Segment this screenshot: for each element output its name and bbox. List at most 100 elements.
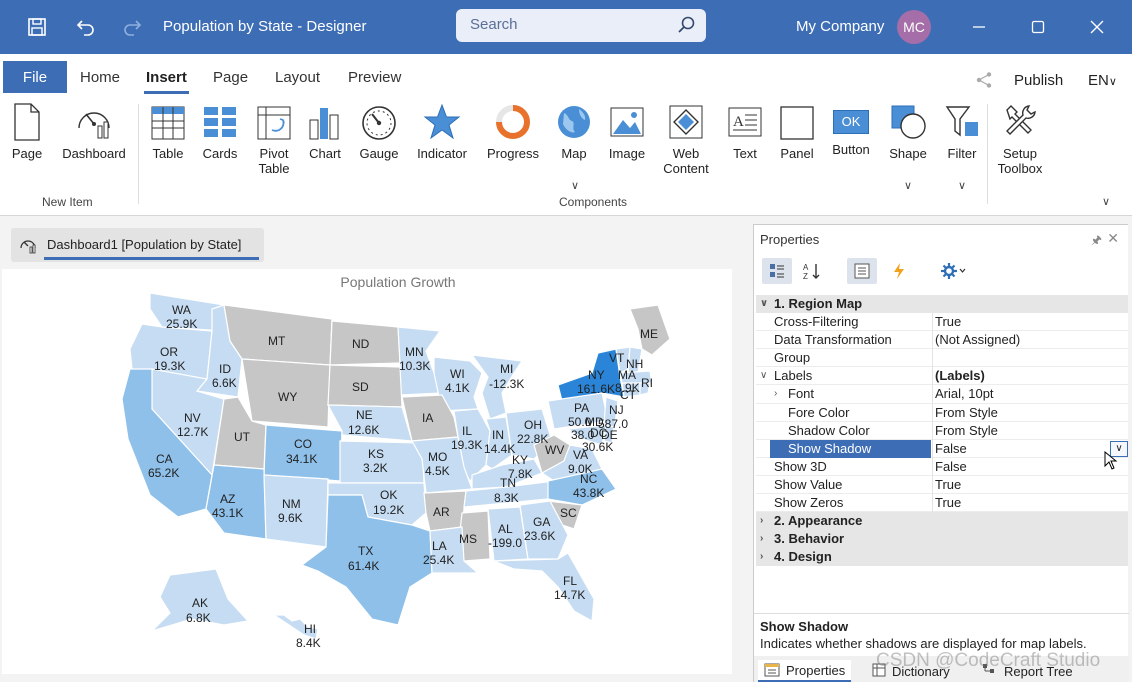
- property-value[interactable]: (Labels): [932, 367, 1128, 386]
- tab-layout[interactable]: Layout: [275, 69, 320, 86]
- events-view-button[interactable]: [884, 258, 914, 284]
- value-mo: 4.5K: [425, 464, 450, 478]
- tab-page[interactable]: Page: [213, 69, 248, 86]
- language-selector[interactable]: EN∨: [1088, 72, 1117, 89]
- label-ok: OK: [380, 488, 397, 502]
- tab-properties[interactable]: Properties: [758, 660, 852, 682]
- state-fl[interactable]: [493, 552, 595, 622]
- minimize-icon[interactable]: [966, 14, 992, 40]
- property-value[interactable]: From Style: [932, 403, 1128, 422]
- property-row-fore-color[interactable]: Fore Color From Style: [756, 403, 1128, 422]
- image-button[interactable]: Image: [594, 102, 660, 161]
- property-row-group[interactable]: Group: [756, 349, 1128, 368]
- value-il: 19.3K: [451, 438, 482, 452]
- label-nd: ND: [352, 337, 370, 351]
- state-az[interactable]: [205, 464, 267, 540]
- us-region-map[interactable]: WA 25.9K OR 19.3K ID 6.6K MT ND MN 10.3K…: [2, 269, 732, 674]
- settings-dropdown-button[interactable]: [934, 258, 972, 284]
- property-value[interactable]: True: [932, 494, 1128, 513]
- categorized-icon: [770, 264, 784, 278]
- page-button[interactable]: Page: [0, 102, 60, 161]
- property-value[interactable]: True: [932, 313, 1128, 332]
- avatar[interactable]: MC: [897, 10, 931, 44]
- property-row-show-3d[interactable]: Show 3D False: [756, 457, 1128, 476]
- web-content-icon: [669, 105, 703, 139]
- close-icon[interactable]: [1084, 14, 1110, 40]
- ok-button-icon: OK: [833, 110, 869, 134]
- publish-button[interactable]: Publish: [1014, 72, 1063, 89]
- property-description: Show Shadow Indicates whether shadows ar…: [754, 613, 1129, 655]
- tab-file[interactable]: File: [3, 61, 67, 93]
- property-row-data-transformation[interactable]: Data Transformation (Not Assigned): [756, 331, 1128, 350]
- indicator-button[interactable]: Indicator: [409, 102, 475, 161]
- tools-icon: [1006, 105, 1036, 135]
- property-value[interactable]: False ∨: [932, 439, 1128, 458]
- category-appearance[interactable]: › 2. Appearance: [756, 512, 1128, 531]
- setup-toolbox-button[interactable]: Setup Toolbox: [987, 102, 1053, 176]
- undo-icon[interactable]: [73, 14, 99, 40]
- expand-icon[interactable]: ›: [760, 548, 763, 566]
- chevron-down-icon[interactable]: ∨: [958, 179, 966, 192]
- label-ca: CA: [156, 452, 173, 466]
- title-bar: Population by State - Designer Search My…: [0, 0, 1132, 54]
- property-row-show-value[interactable]: Show Value True: [756, 475, 1128, 495]
- alphabetical-view-button[interactable]: AZ: [797, 258, 827, 284]
- property-row-show-zeros[interactable]: Show Zeros True: [756, 494, 1128, 513]
- expand-icon[interactable]: ›: [760, 530, 763, 548]
- ribbon-collapse-icon[interactable]: ∨: [1102, 195, 1110, 208]
- document-tab[interactable]: Dashboard1 [Population by State]: [11, 228, 264, 262]
- property-name: 1. Region Map: [774, 296, 863, 311]
- categorized-view-button[interactable]: [762, 258, 792, 284]
- category-behavior[interactable]: › 3. Behavior: [756, 530, 1128, 549]
- label-ct: CT: [620, 388, 637, 402]
- label-ms: MS: [459, 532, 477, 546]
- properties-view-button[interactable]: [847, 258, 877, 284]
- web-content-button[interactable]: Web Content: [653, 102, 719, 176]
- property-value[interactable]: False: [932, 457, 1128, 476]
- tab-preview[interactable]: Preview: [348, 69, 401, 86]
- property-value[interactable]: True: [932, 475, 1128, 494]
- property-row-labels[interactable]: ∨ Labels (Labels): [756, 367, 1128, 386]
- property-value[interactable]: Arial, 10pt: [932, 385, 1128, 404]
- collapse-icon[interactable]: ∨: [760, 295, 768, 313]
- search-box[interactable]: Search: [456, 9, 706, 42]
- property-value[interactable]: (Not Assigned): [932, 331, 1128, 350]
- category-design[interactable]: › 4. Design: [756, 548, 1128, 567]
- save-icon[interactable]: [24, 14, 50, 40]
- tab-insert[interactable]: Insert: [144, 69, 189, 94]
- property-value[interactable]: [932, 349, 1128, 368]
- label-nv: NV: [184, 411, 201, 425]
- property-value[interactable]: From Style: [932, 421, 1128, 440]
- page-label: Page: [11, 146, 43, 161]
- redo-icon[interactable]: [119, 14, 145, 40]
- expand-icon[interactable]: ›: [774, 385, 777, 403]
- property-row-shadow-color[interactable]: Shadow Color From Style: [756, 421, 1128, 440]
- share-icon[interactable]: [975, 71, 993, 92]
- filter-button[interactable]: Filter: [929, 102, 995, 161]
- value-az: 43.1K: [212, 506, 243, 520]
- dashboard-canvas[interactable]: Population Growth WA 25.9K OR 19.3K ID 6…: [2, 269, 732, 674]
- property-name: Data Transformation: [774, 332, 892, 348]
- active-tab-underline: [44, 257, 259, 260]
- label-nm: NM: [282, 497, 301, 511]
- value-ne: 12.6K: [348, 423, 379, 437]
- tab-home[interactable]: Home: [80, 69, 120, 86]
- maximize-icon[interactable]: [1025, 14, 1051, 40]
- progress-button[interactable]: Progress: [480, 102, 546, 161]
- property-row-font[interactable]: › Font Arial, 10pt: [756, 385, 1128, 404]
- star-icon: [423, 103, 461, 140]
- property-name: Font: [788, 386, 815, 402]
- chevron-down-icon[interactable]: ∨: [904, 179, 912, 192]
- property-row-show-shadow[interactable]: Show Shadow False ∨: [756, 439, 1128, 458]
- close-icon[interactable]: ✕: [1107, 230, 1119, 247]
- pin-icon[interactable]: 🖈: [1091, 231, 1102, 252]
- chevron-down-icon[interactable]: ∨: [571, 179, 579, 192]
- property-row-cross-filtering[interactable]: Cross-Filtering True: [756, 313, 1128, 332]
- expand-icon[interactable]: ›: [760, 512, 763, 530]
- category-region-map[interactable]: ∨ 1. Region Map: [756, 295, 1128, 314]
- group-label-components: Components: [559, 195, 628, 209]
- progress-label: Progress: [486, 146, 540, 161]
- dashboard-button[interactable]: Dashboard: [60, 102, 128, 161]
- collapse-icon[interactable]: ∨: [760, 367, 767, 385]
- gauge-button[interactable]: Gauge: [346, 102, 412, 161]
